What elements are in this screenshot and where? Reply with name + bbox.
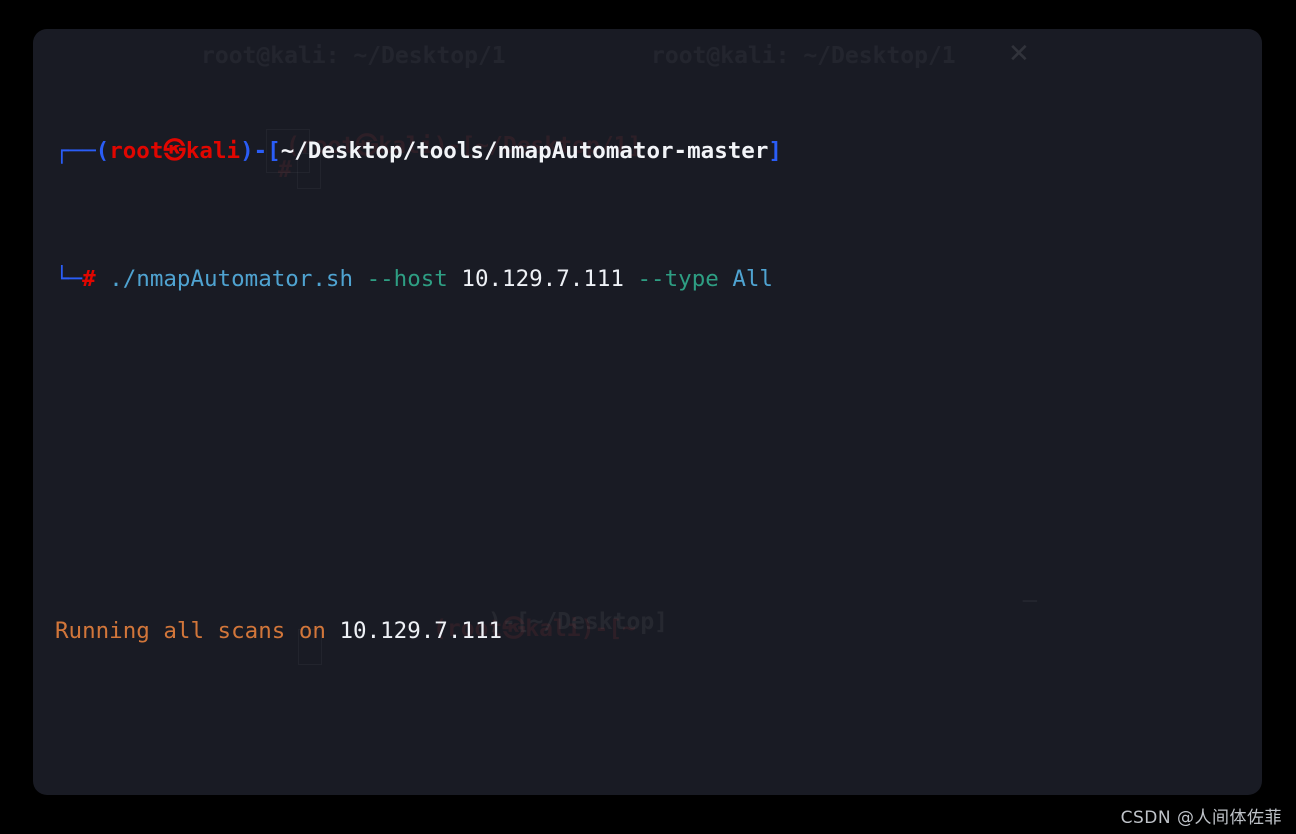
- prompt-hash: #: [82, 266, 96, 292]
- running-scans-label: Running all scans on: [55, 618, 340, 644]
- running-scans-target: 10.129.7.111: [339, 618, 503, 644]
- prompt-line-1: ┌──(root㉿kali)-[~/Desktop/tools/nmapAuto…: [55, 135, 1262, 167]
- prompt-user: root: [109, 138, 164, 164]
- prompt-decoration-top: ┌──: [55, 138, 96, 164]
- command-flag-type: --type: [637, 266, 719, 292]
- prompt-line-2: └─# ./nmapAutomator.sh --host 10.129.7.1…: [55, 263, 1262, 295]
- command-flag-host: --host: [366, 266, 448, 292]
- csdn-watermark: CSDN @人间体佐菲: [1120, 808, 1282, 828]
- running-scans-line: Running all scans on 10.129.7.111: [55, 615, 1262, 647]
- prompt-decoration-bottom: └─: [55, 266, 83, 292]
- command-type-value: All: [732, 266, 773, 292]
- command-script: ./nmapAutomator.sh: [109, 266, 354, 292]
- terminal-output: ┌──(root㉿kali)-[~/Desktop/tools/nmapAuto…: [55, 39, 1262, 795]
- prompt-paren-close: ): [240, 138, 254, 164]
- command-host-value: 10.129.7.111: [461, 266, 624, 292]
- prompt-paren-open: (: [95, 138, 110, 164]
- prompt-dash: -: [253, 138, 268, 164]
- prompt-host: kali: [185, 138, 241, 164]
- terminal-window[interactable]: root@kali: ~/Desktop/1 root@kali: ~/Desk…: [33, 29, 1262, 795]
- prompt-path: ~/Desktop/tools/nmapAutomator-master: [280, 138, 769, 164]
- prompt-at-icon: ㉿: [163, 138, 186, 164]
- prompt-bracket-close: ]: [768, 138, 782, 164]
- prompt-bracket-open: [: [267, 138, 281, 164]
